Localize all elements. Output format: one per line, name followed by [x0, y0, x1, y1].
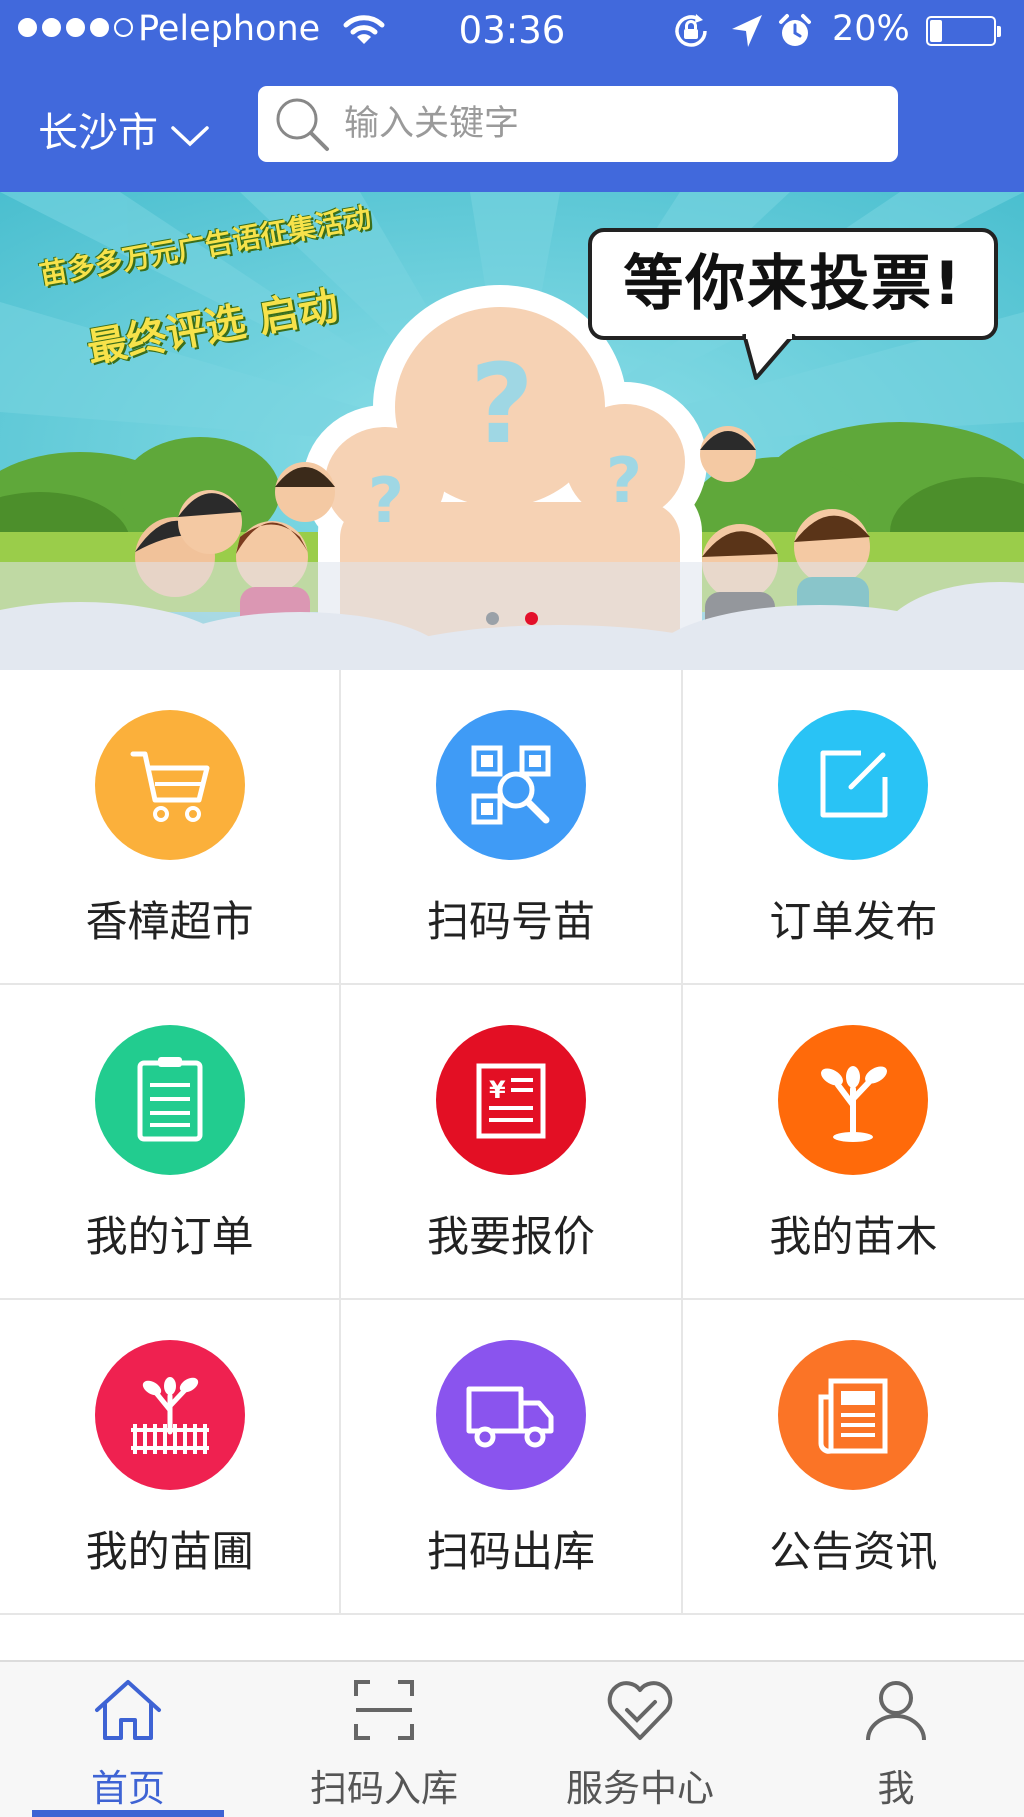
battery-icon — [926, 16, 1001, 46]
grid-item-label: 扫码号苗 — [426, 897, 595, 946]
grid-item-scan-outbound[interactable]: 扫码出库 — [341, 1300, 683, 1613]
user-icon — [866, 1681, 926, 1741]
grid-item-label: 香樟超市 — [85, 897, 254, 946]
tab-label: 我 — [877, 1767, 915, 1810]
order-list-icon — [94, 1025, 245, 1175]
tab-label: 服务中心 — [566, 1767, 714, 1810]
carousel-dot[interactable] — [486, 612, 499, 625]
scan-icon — [354, 1680, 414, 1740]
grid-item-label: 我的订单 — [85, 1212, 254, 1261]
tab-label: 首页 — [91, 1767, 165, 1810]
svg-text:¥: ¥ — [489, 1076, 506, 1104]
alarm-icon — [779, 14, 811, 46]
chevron-down-icon — [171, 126, 209, 147]
location-arrow-icon — [732, 15, 762, 47]
edit-icon — [778, 710, 929, 860]
grid-item-label: 订单发布 — [769, 897, 938, 946]
grid-item-label: 扫码出库 — [426, 1527, 595, 1576]
nursery-icon — [94, 1340, 245, 1490]
bubble-text: 等你来投票! — [623, 249, 963, 319]
grid-item-quote[interactable]: ¥ 我要报价 — [341, 985, 683, 1298]
tab-scan-inbound[interactable]: 扫码入库 — [256, 1662, 512, 1817]
home-icon — [95, 1680, 161, 1740]
speech-bubble-tail — [742, 334, 796, 380]
promo-banner[interactable]: ? ? ? 苗多多万元广告语征集活动 最终评选 启动 等你来投票! — [0, 192, 1024, 670]
battery-percent: 20% — [832, 9, 910, 49]
seedling-icon — [778, 1025, 929, 1175]
grid-item-my-orders[interactable]: 我的订单 — [0, 985, 342, 1298]
city-name: 长沙市 — [38, 110, 158, 156]
bottom-tab-bar: 首页 扫码入库 服务中心 我 — [0, 1660, 1024, 1817]
heart-check-icon — [607, 1681, 673, 1740]
search-icon — [276, 98, 329, 151]
tab-service-center[interactable]: 服务中心 — [512, 1662, 768, 1817]
feature-grid: 香樟超市 扫码号苗 订单发布 我的订单 ¥ 我要报价 我的苗木 我的苗圃 扫码出… — [0, 670, 1024, 1615]
qr-scan-icon — [435, 710, 586, 860]
svg-text:?: ? — [368, 464, 404, 537]
status-bar: Pelephone 03:36 20% — [0, 0, 1024, 62]
tab-me[interactable]: 我 — [768, 1662, 1024, 1817]
delivery-truck-icon — [435, 1340, 586, 1490]
quote-icon: ¥ — [435, 1025, 586, 1175]
search-input[interactable] — [344, 104, 864, 144]
city-selector[interactable]: 长沙市 — [38, 100, 210, 158]
rotation-lock-icon — [675, 14, 707, 47]
grid-item-my-nursery[interactable]: 我的苗圃 — [0, 1300, 342, 1613]
shopping-cart-icon — [94, 710, 245, 860]
search-box[interactable] — [258, 86, 898, 162]
tab-label: 扫码入库 — [310, 1767, 458, 1810]
grid-item-my-seedlings[interactable]: 我的苗木 — [683, 985, 1024, 1298]
carousel-indicator — [0, 612, 1024, 625]
grid-item-label: 我的苗圃 — [85, 1527, 254, 1576]
grid-item-label: 我的苗木 — [769, 1212, 938, 1261]
svg-text:?: ? — [606, 444, 642, 517]
grid-item-scan-seedling[interactable]: 扫码号苗 — [341, 670, 683, 983]
grid-item-announcements[interactable]: 公告资讯 — [683, 1300, 1024, 1613]
newspaper-icon — [778, 1340, 929, 1490]
grid-item-supermarket[interactable]: 香樟超市 — [0, 670, 342, 983]
grid-item-label: 我要报价 — [426, 1212, 595, 1261]
header: Pelephone 03:36 20% 长沙市 — [0, 0, 1024, 192]
active-tab-indicator — [32, 1810, 224, 1817]
svg-text:?: ? — [470, 340, 534, 468]
grid-item-label: 公告资讯 — [769, 1527, 938, 1576]
tab-home[interactable]: 首页 — [0, 1662, 256, 1817]
grid-item-publish-order[interactable]: 订单发布 — [683, 670, 1024, 983]
carousel-dot-active[interactable] — [525, 612, 538, 625]
